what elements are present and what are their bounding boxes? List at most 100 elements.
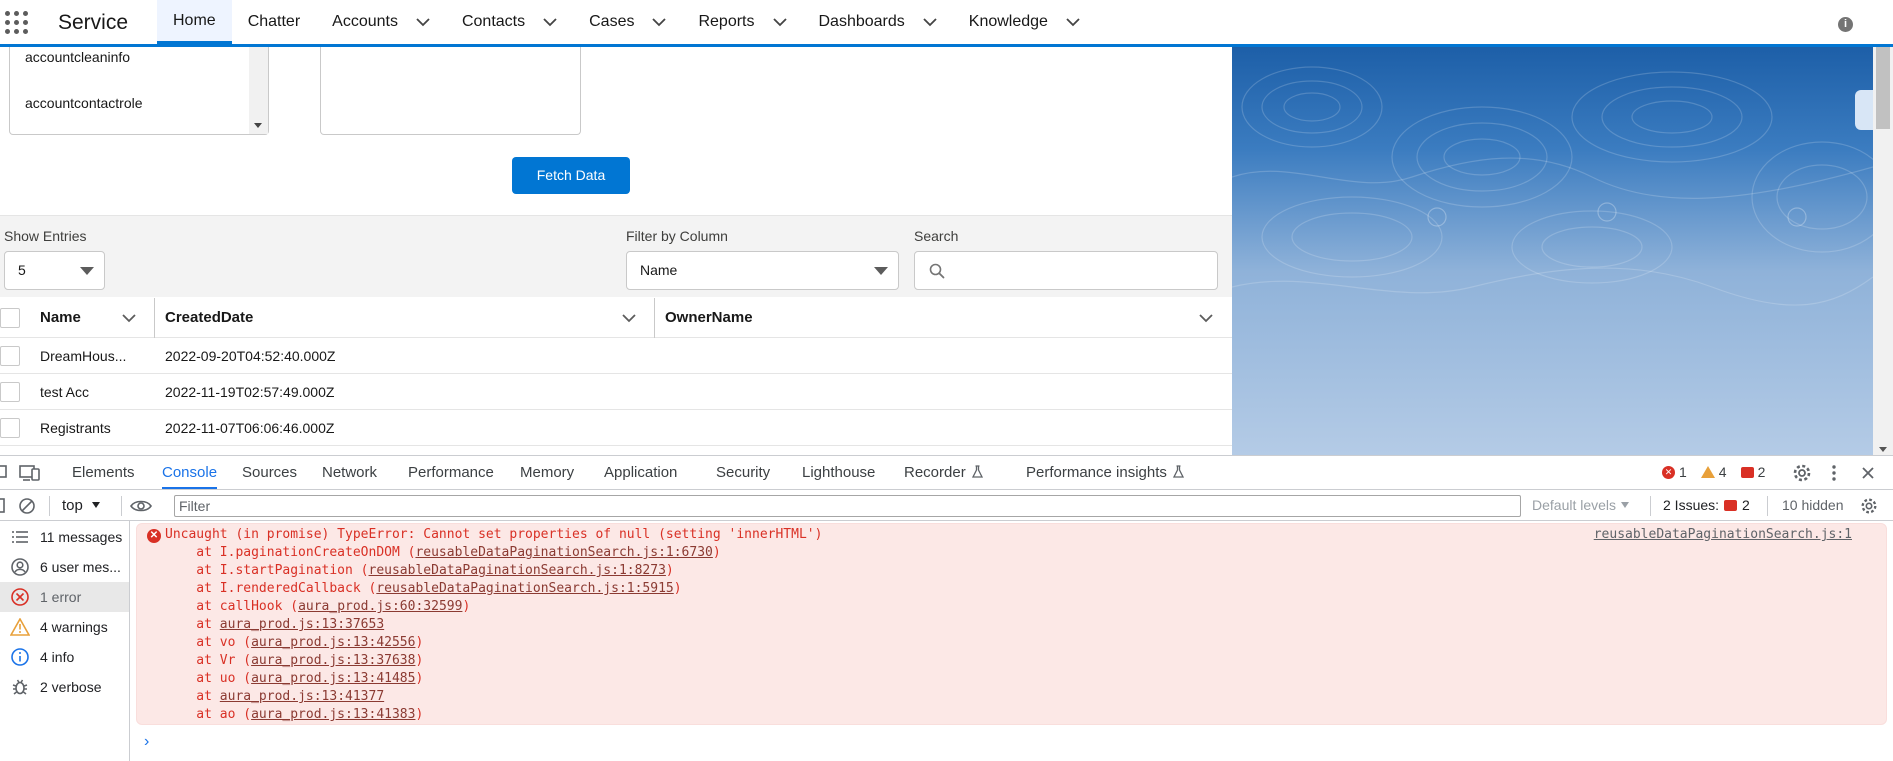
stack-frame: at ao (aura_prod.js:13:41383) <box>165 706 423 724</box>
stack-frame-link[interactable]: aura_prod.js:60:32599 <box>298 599 462 614</box>
tab-performance-insights[interactable]: Performance insights <box>1026 456 1184 489</box>
chevron-down-icon[interactable] <box>416 15 430 29</box>
stack-frame-prefix: at <box>165 617 220 632</box>
show-entries-select[interactable]: 5 <box>4 251 105 290</box>
nav-item-cases[interactable]: Cases <box>573 0 682 44</box>
select-all-checkbox[interactable] <box>0 308 20 328</box>
side-panel-handle[interactable] <box>1855 90 1873 130</box>
chevron-down-icon <box>91 502 100 508</box>
tab-application[interactable]: Application <box>604 456 677 489</box>
listbox-option[interactable]: accountcontactrole <box>25 95 143 111</box>
tab-console[interactable]: Console <box>162 456 218 489</box>
console-filter-bug[interactable]: 2 verbose <box>0 672 129 702</box>
console-badges[interactable]: ✕ 1 4 2 <box>1662 464 1765 480</box>
nav-item-reports[interactable]: Reports <box>682 0 802 44</box>
column-divider[interactable] <box>154 298 155 338</box>
object-listbox[interactable]: accountcleaninfo accountcontactrole <box>9 47 269 135</box>
console-filter-user[interactable]: 6 user mes... <box>0 552 129 582</box>
nav-item-home[interactable]: Home <box>157 0 232 44</box>
stack-frame-prefix: at I.startPagination ( <box>165 563 369 578</box>
bug-icon <box>9 678 31 696</box>
close-icon[interactable] <box>1861 466 1875 480</box>
nav-item-knowledge[interactable]: Knowledge <box>953 0 1096 44</box>
clear-console-icon[interactable] <box>18 497 36 515</box>
console-filter-list[interactable]: 11 messages <box>0 522 129 552</box>
stack-frame-link[interactable]: aura_prod.js:13:37653 <box>220 617 384 632</box>
eye-icon[interactable] <box>130 499 152 513</box>
gear-icon[interactable] <box>1792 463 1812 483</box>
stack-frame-link[interactable]: aura_prod.js:13:42556 <box>251 635 415 650</box>
error-message[interactable]: ✕ Uncaught (in promise) TypeError: Canno… <box>136 523 1887 725</box>
page-scrollbar[interactable] <box>1873 47 1893 455</box>
nav-item-accounts[interactable]: Accounts <box>316 0 446 44</box>
stack-frame-link[interactable]: reusableDataPaginationSearch.js:1:6730 <box>415 545 712 560</box>
fetch-data-button[interactable]: Fetch Data <box>512 157 630 194</box>
tab-sources[interactable]: Sources <box>242 456 297 489</box>
tab-label: Sources <box>242 464 298 481</box>
listbox-option[interactable]: accountcleaninfo <box>25 49 130 65</box>
console-settings-gear-icon[interactable] <box>1860 497 1878 515</box>
column-header-createddate[interactable]: CreatedDate <box>165 298 253 338</box>
chevron-down-icon[interactable] <box>121 311 137 325</box>
tab-lighthouse[interactable]: Lighthouse <box>802 456 875 489</box>
stack-frame-link[interactable]: aura_prod.js:13:41383 <box>251 707 415 722</box>
chevron-down-icon[interactable] <box>772 15 787 29</box>
chevron-down-icon[interactable] <box>1198 311 1214 325</box>
context-selector[interactable]: top <box>62 497 100 514</box>
inspect-element-icon[interactable] <box>0 465 8 481</box>
app-launcher-icon[interactable] <box>5 11 29 35</box>
cell-name: test Acc <box>40 384 90 400</box>
row-checkbox[interactable] <box>0 382 20 402</box>
search-box[interactable] <box>914 251 1218 290</box>
console-filter-warning[interactable]: 4 warnings <box>0 612 129 642</box>
row-checkbox[interactable] <box>0 346 20 366</box>
nav-item-dashboards[interactable]: Dashboards <box>803 0 953 44</box>
console-filter-input[interactable]: Filter <box>174 495 1521 517</box>
filter-by-column-select[interactable]: Name <box>626 251 899 290</box>
issues-link[interactable]: 2 Issues: 2 <box>1663 497 1750 513</box>
tab-security[interactable]: Security <box>716 456 770 489</box>
fields-textarea[interactable] <box>320 47 581 135</box>
table-row[interactable]: test Acc 2022-11-19T02:57:49.000Z <box>0 374 1232 410</box>
stack-frame-link[interactable]: aura_prod.js:13:37638 <box>251 653 415 668</box>
chevron-down-icon[interactable] <box>1066 15 1080 29</box>
nav-item-contacts[interactable]: Contacts <box>446 0 573 44</box>
chevron-down-icon[interactable] <box>621 311 637 325</box>
table-row[interactable]: Registrants 2022-11-07T06:06:46.000Z <box>0 410 1232 446</box>
column-header-name[interactable]: Name <box>40 298 81 338</box>
device-toolbar-icon[interactable] <box>19 464 41 482</box>
search-input[interactable] <box>955 258 1205 283</box>
stack-frame-link[interactable]: aura_prod.js:13:41377 <box>220 689 384 704</box>
tab-memory[interactable]: Memory <box>520 456 574 489</box>
tab-recorder[interactable]: Recorder <box>904 456 983 489</box>
scrollbar-thumb[interactable] <box>1876 47 1890 129</box>
listbox-scrollbar[interactable] <box>249 47 268 134</box>
more-options-icon[interactable] <box>1830 464 1838 482</box>
stack-frame: at uo (aura_prod.js:13:41485) <box>165 670 423 688</box>
chevron-down-icon[interactable] <box>923 15 937 29</box>
log-levels-dropdown[interactable]: Default levels <box>1532 497 1630 513</box>
console-filter-error[interactable]: 1 error <box>0 582 129 612</box>
column-divider[interactable] <box>654 298 655 338</box>
tab-network[interactable]: Network <box>322 456 377 489</box>
main-content: accountcleaninfo accountcontactrole Fetc… <box>0 47 1232 455</box>
tab-elements[interactable]: Elements <box>72 456 135 489</box>
chevron-down-icon[interactable] <box>543 15 557 29</box>
column-header-ownername[interactable]: OwnerName <box>665 298 753 338</box>
stack-frame-suffix: ) <box>415 671 424 686</box>
chevron-down-icon[interactable] <box>652 15 667 29</box>
stack-frame-link[interactable]: reusableDataPaginationSearch.js:1:5915 <box>376 581 673 596</box>
listbox-scroll-down[interactable] <box>254 123 262 128</box>
row-checkbox[interactable] <box>0 418 20 438</box>
tab-performance[interactable]: Performance <box>408 456 494 489</box>
stack-frame-link[interactable]: aura_prod.js:13:41485 <box>251 671 415 686</box>
console-filter-info[interactable]: 4 info <box>0 642 129 672</box>
stack-frame-link[interactable]: reusableDataPaginationSearch.js:1:8273 <box>369 563 666 578</box>
nav-item-chatter[interactable]: Chatter <box>232 0 316 44</box>
scroll-down-arrow[interactable] <box>1879 447 1887 452</box>
table-row[interactable]: DreamHous... 2022-09-20T04:52:40.000Z <box>0 338 1232 374</box>
error-source-link[interactable]: reusableDataPaginationSearch.js:1 <box>1594 526 1852 544</box>
console-prompt[interactable]: › <box>144 733 149 751</box>
info-icon[interactable]: i <box>1838 17 1853 32</box>
sidebar-toggle-icon[interactable] <box>0 498 6 514</box>
